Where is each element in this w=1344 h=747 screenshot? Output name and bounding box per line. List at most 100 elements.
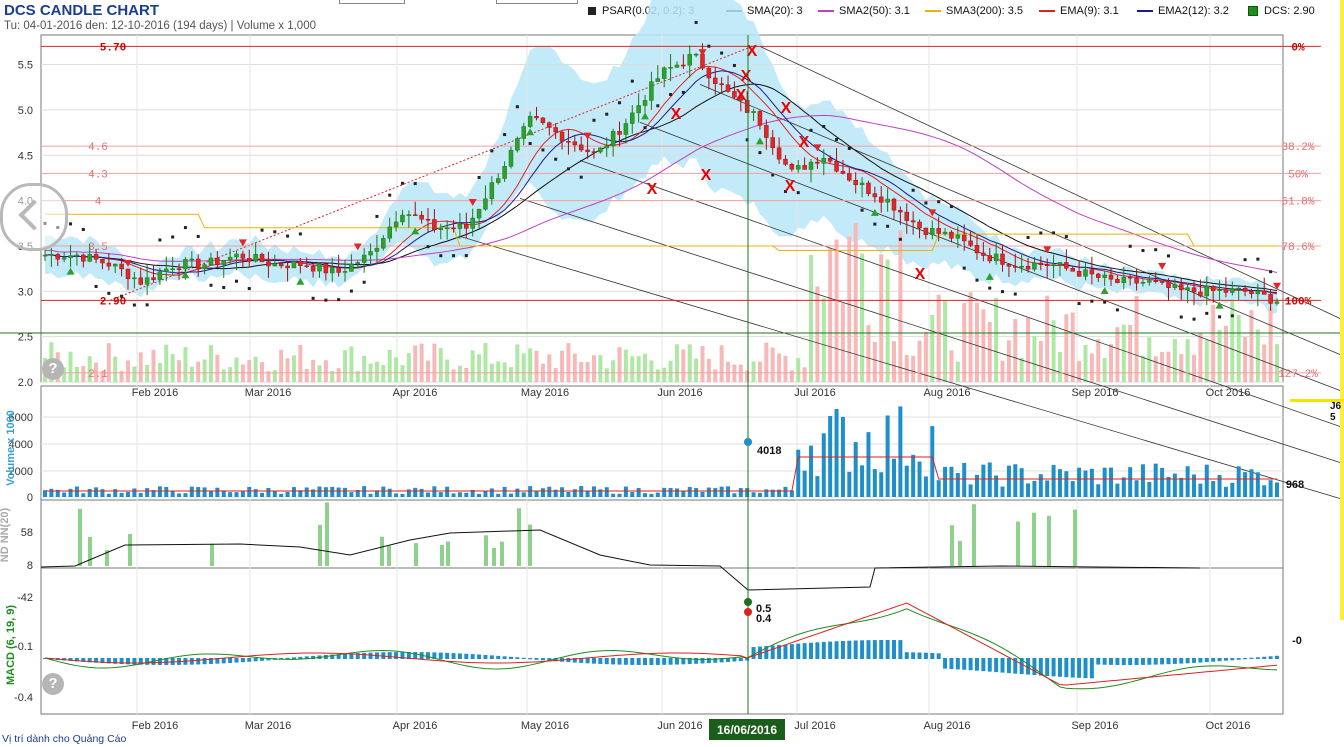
candle-body bbox=[432, 219, 437, 230]
candle-body bbox=[598, 147, 603, 153]
macd-histogram-bar bbox=[987, 658, 992, 672]
volume-bar bbox=[1160, 467, 1165, 497]
volume-bar bbox=[879, 472, 884, 497]
help-icon-macd[interactable]: ? bbox=[42, 673, 64, 695]
psar-dot bbox=[592, 118, 596, 122]
psar-dot bbox=[809, 128, 813, 132]
volume-bar bbox=[962, 462, 967, 497]
overlay-volume-bar bbox=[343, 350, 348, 382]
candle-body bbox=[1274, 301, 1280, 304]
overlay-volume-bar bbox=[477, 354, 482, 382]
psar-dot bbox=[1205, 311, 1209, 315]
candle-body bbox=[1236, 287, 1241, 290]
volume-tick-label: 0 bbox=[27, 492, 33, 504]
volume-bar bbox=[157, 486, 162, 497]
candle-body bbox=[1210, 285, 1216, 291]
candle-body bbox=[904, 211, 910, 221]
help-icon[interactable]: ? bbox=[42, 358, 64, 380]
overlay-volume-bar bbox=[1070, 312, 1075, 382]
volume-bar bbox=[604, 487, 609, 497]
overlay-volume-bar bbox=[451, 369, 456, 382]
psar-dot bbox=[975, 278, 979, 282]
previous-chevron-button[interactable] bbox=[0, 183, 68, 251]
candle-body bbox=[930, 228, 935, 235]
volume-bar bbox=[521, 492, 526, 497]
macd-histogram-bar bbox=[1140, 658, 1145, 665]
psar-dot bbox=[822, 124, 826, 128]
bottom-date-tick: Aug 2016 bbox=[923, 720, 970, 732]
psar-dot bbox=[656, 104, 660, 108]
overlay-volume-bar bbox=[579, 361, 584, 382]
candle-body bbox=[176, 268, 182, 270]
overlay-volume-bar bbox=[279, 349, 284, 382]
yellow-scroll-strip[interactable] bbox=[1340, 0, 1344, 620]
psar-dot bbox=[81, 228, 85, 232]
psar-dot bbox=[618, 101, 622, 105]
overlay-volume-bar bbox=[125, 360, 130, 382]
macd-histogram-bar bbox=[1198, 658, 1203, 663]
price-date-tick: Sep 2016 bbox=[1071, 387, 1118, 399]
overlay-volume-bar bbox=[208, 345, 213, 382]
volume-bar bbox=[674, 488, 679, 497]
volume-bar bbox=[828, 415, 833, 497]
macd-histogram-bar bbox=[1096, 658, 1101, 665]
overlay-volume-bar bbox=[221, 369, 226, 382]
volume-bar bbox=[240, 490, 245, 497]
volume-bar bbox=[100, 489, 105, 497]
volume-bar bbox=[860, 465, 865, 497]
ndnn-bar bbox=[78, 508, 82, 566]
overlay-volume-bar bbox=[560, 350, 565, 382]
price-tick-label: 3.0 bbox=[18, 286, 33, 298]
psar-dot bbox=[337, 298, 341, 302]
overlay-volume-bar bbox=[304, 368, 309, 382]
candle-body bbox=[393, 221, 399, 228]
volume-bar bbox=[764, 489, 769, 497]
macd-histogram-bar bbox=[1243, 658, 1248, 660]
volume-bar bbox=[630, 492, 635, 497]
overlay-volume-bar bbox=[177, 360, 182, 382]
volume-bar bbox=[917, 461, 922, 497]
candle-body bbox=[215, 257, 220, 265]
candle-body bbox=[789, 163, 795, 170]
overlay-volume-bar bbox=[585, 361, 590, 382]
price-date-tick: May 2016 bbox=[521, 387, 569, 399]
ndnn-bar bbox=[318, 524, 322, 566]
psar-dot bbox=[681, 90, 685, 94]
candle-body bbox=[923, 227, 929, 235]
macd-histogram-bar bbox=[930, 653, 935, 659]
overlay-volume-bar bbox=[432, 343, 437, 382]
macd-histogram-bar bbox=[1211, 658, 1216, 662]
ndnn-bar bbox=[1047, 515, 1051, 566]
psar-dot bbox=[426, 245, 430, 249]
overlay-volume-bar bbox=[847, 236, 852, 382]
candle-body bbox=[349, 263, 354, 272]
candle-body bbox=[1261, 290, 1267, 295]
volume-bar bbox=[598, 489, 603, 497]
psar-dot bbox=[1141, 249, 1145, 253]
overlay-volume-bar bbox=[591, 355, 596, 382]
candle-body bbox=[470, 217, 475, 229]
macd-histogram-bar bbox=[783, 644, 788, 659]
volume-bar bbox=[215, 487, 220, 497]
ad-placeholder-footer[interactable]: Vị trí dành cho Quảng Cáo bbox=[2, 733, 126, 745]
macd-histogram-bar bbox=[1255, 657, 1260, 659]
macd-histogram-bar bbox=[145, 658, 150, 665]
overlay-volume-bar bbox=[617, 347, 622, 382]
volume-bar bbox=[419, 488, 424, 497]
ndnn-bar bbox=[128, 534, 132, 566]
overlay-volume-bar bbox=[770, 347, 775, 382]
macd-histogram-bar bbox=[362, 652, 367, 659]
candle-body bbox=[1223, 289, 1229, 293]
macd-histogram-bar bbox=[1249, 657, 1254, 659]
ndnn-bar bbox=[414, 543, 418, 566]
candle-body bbox=[891, 198, 897, 211]
overlay-volume-bar bbox=[1134, 295, 1139, 382]
bottom-date-tick: Jul 2016 bbox=[794, 720, 836, 732]
psar-dot bbox=[771, 173, 775, 177]
overlay-volume-bar bbox=[796, 358, 801, 382]
macd-histogram-bar bbox=[228, 658, 233, 663]
price-tick-label: 5.5 bbox=[18, 60, 33, 72]
volume-bar bbox=[706, 487, 711, 497]
volume-bar bbox=[94, 487, 99, 497]
sell-x-marker: X bbox=[741, 68, 752, 85]
